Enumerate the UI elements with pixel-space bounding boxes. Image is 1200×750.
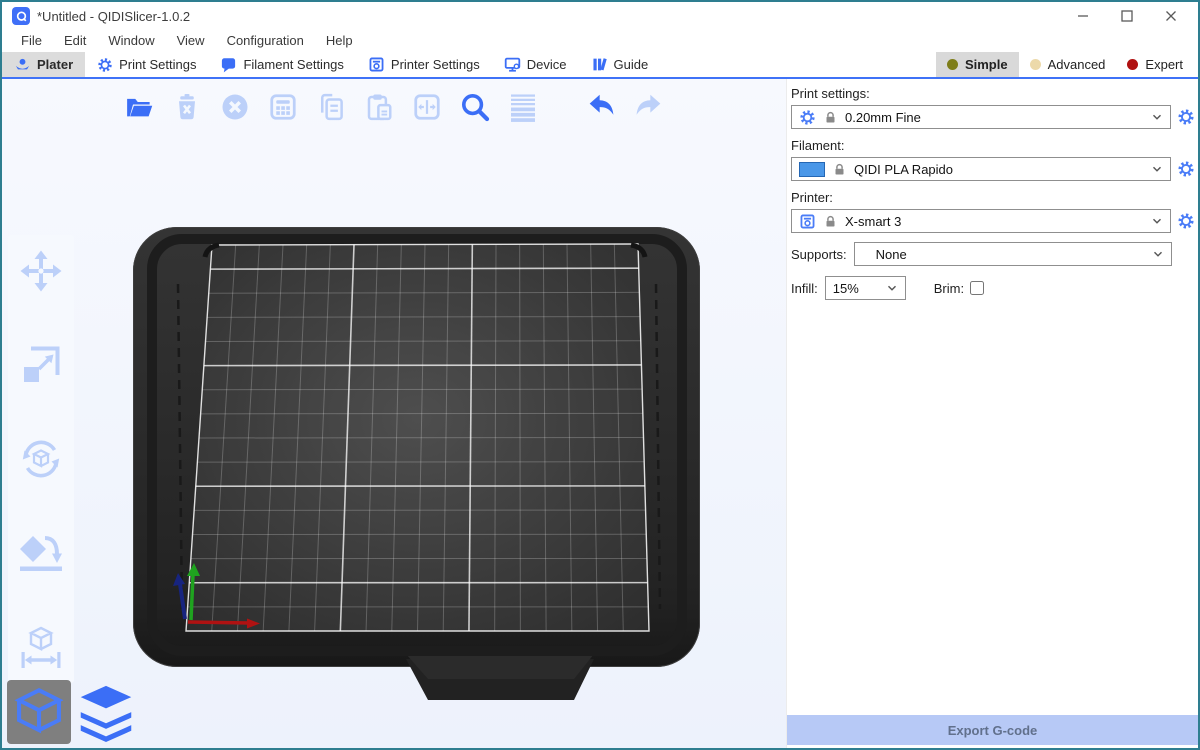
paste-button[interactable] bbox=[360, 88, 397, 125]
printer-value: X-smart 3 bbox=[845, 214, 901, 229]
scale-button[interactable] bbox=[17, 341, 65, 389]
search-button[interactable] bbox=[456, 88, 493, 125]
chevron-down-icon bbox=[886, 282, 898, 294]
menu-file[interactable]: File bbox=[10, 30, 53, 52]
mode-advanced[interactable]: Advanced bbox=[1019, 52, 1117, 77]
tab-guide[interactable]: Guide bbox=[579, 52, 661, 77]
lock-icon bbox=[824, 111, 837, 124]
redo-button[interactable] bbox=[630, 88, 667, 125]
filament-combo[interactable]: QIDI PLA Rapido bbox=[791, 157, 1171, 181]
filament-label: Filament: bbox=[791, 138, 1196, 153]
supports-label: Supports: bbox=[791, 247, 847, 262]
settings-panel: Print settings: 0.20mm Fine Filament: QI… bbox=[786, 79, 1198, 748]
infill-label: Infill: bbox=[791, 281, 818, 296]
delete-all-button[interactable] bbox=[216, 88, 253, 125]
lock-icon bbox=[833, 163, 846, 176]
title-bar: *Untitled - QIDISlicer-1.0.2 bbox=[2, 2, 1198, 30]
printer-icon bbox=[368, 56, 385, 73]
variable-layer-height-button[interactable] bbox=[504, 88, 541, 125]
advanced-dot-icon bbox=[1030, 59, 1041, 70]
lock-icon bbox=[824, 215, 837, 228]
delete-button[interactable] bbox=[168, 88, 205, 125]
tab-device[interactable]: Device bbox=[492, 52, 579, 77]
edit-print-settings-button[interactable] bbox=[1176, 107, 1196, 127]
layers-preview-button[interactable] bbox=[76, 682, 136, 744]
edit-printer-button[interactable] bbox=[1176, 211, 1196, 231]
chevron-down-icon bbox=[1151, 215, 1163, 227]
mode-simple[interactable]: Simple bbox=[936, 52, 1019, 77]
brim-checkbox[interactable] bbox=[970, 281, 984, 295]
guide-icon bbox=[591, 56, 608, 73]
maximize-button[interactable] bbox=[1120, 9, 1134, 23]
menu-view[interactable]: View bbox=[166, 30, 216, 52]
print-settings-combo[interactable]: 0.20mm Fine bbox=[791, 105, 1171, 129]
minimize-button[interactable] bbox=[1076, 9, 1090, 23]
tab-print-settings[interactable]: Print Settings bbox=[85, 52, 208, 77]
window-title: *Untitled - QIDISlicer-1.0.2 bbox=[37, 9, 190, 24]
menu-help[interactable]: Help bbox=[315, 30, 364, 52]
tab-printer-settings[interactable]: Printer Settings bbox=[356, 52, 492, 77]
app-window: *Untitled - QIDISlicer-1.0.2 File Edit W… bbox=[0, 0, 1200, 750]
print-settings-value: 0.20mm Fine bbox=[845, 110, 921, 125]
filament-value: QIDI PLA Rapido bbox=[854, 162, 953, 177]
place-on-face-button[interactable] bbox=[17, 529, 65, 577]
supports-combo[interactable]: None bbox=[854, 242, 1172, 266]
tab-bar: Plater Print Settings Filament Settings … bbox=[2, 52, 1198, 79]
undo-button[interactable] bbox=[582, 88, 619, 125]
move-button[interactable] bbox=[17, 247, 65, 295]
rotate-button[interactable] bbox=[17, 435, 65, 483]
viewport-3d[interactable] bbox=[2, 79, 786, 748]
menu-window[interactable]: Window bbox=[97, 30, 165, 52]
gear-icon bbox=[97, 57, 113, 73]
printer-label: Printer: bbox=[791, 190, 1196, 205]
menu-edit[interactable]: Edit bbox=[53, 30, 97, 52]
infill-combo[interactable]: 15% bbox=[825, 276, 906, 300]
close-button[interactable] bbox=[1164, 9, 1178, 23]
chevron-down-icon bbox=[1151, 111, 1163, 123]
menu-configuration[interactable]: Configuration bbox=[216, 30, 315, 52]
open-button[interactable] bbox=[120, 88, 157, 125]
tab-filament-settings[interactable]: Filament Settings bbox=[208, 52, 355, 77]
app-icon bbox=[12, 7, 30, 25]
mode-switcher: Simple Advanced Expert bbox=[936, 52, 1198, 77]
export-gcode-button[interactable]: Export G-code bbox=[787, 715, 1198, 745]
arrange-button[interactable] bbox=[264, 88, 301, 125]
print-bed bbox=[2, 79, 786, 748]
device-icon bbox=[504, 56, 521, 73]
infill-value: 15% bbox=[833, 281, 859, 296]
view-toggle-group bbox=[7, 680, 136, 744]
printer-icon bbox=[799, 213, 816, 230]
split-objects-button[interactable] bbox=[408, 88, 445, 125]
plater-icon bbox=[14, 56, 31, 73]
chevron-down-icon bbox=[1152, 248, 1164, 260]
measure-button[interactable] bbox=[17, 623, 65, 671]
printer-combo[interactable]: X-smart 3 bbox=[791, 209, 1171, 233]
brim-label: Brim: bbox=[934, 281, 964, 296]
editor-3d-view-button[interactable] bbox=[7, 680, 71, 744]
filament-color-swatch bbox=[799, 162, 825, 177]
simple-dot-icon bbox=[947, 59, 958, 70]
gear-icon bbox=[799, 109, 816, 126]
supports-value: None bbox=[876, 247, 907, 262]
gizmo-toolbar bbox=[8, 235, 74, 683]
mode-expert[interactable]: Expert bbox=[1116, 52, 1194, 77]
copy-button[interactable] bbox=[312, 88, 349, 125]
filament-icon bbox=[220, 56, 237, 73]
print-settings-label: Print settings: bbox=[791, 86, 1196, 101]
tab-plater[interactable]: Plater bbox=[2, 52, 85, 77]
edit-filament-button[interactable] bbox=[1176, 159, 1196, 179]
menu-bar: File Edit Window View Configuration Help bbox=[2, 30, 1198, 52]
plater-toolbar bbox=[120, 88, 667, 125]
chevron-down-icon bbox=[1151, 163, 1163, 175]
expert-dot-icon bbox=[1127, 59, 1138, 70]
